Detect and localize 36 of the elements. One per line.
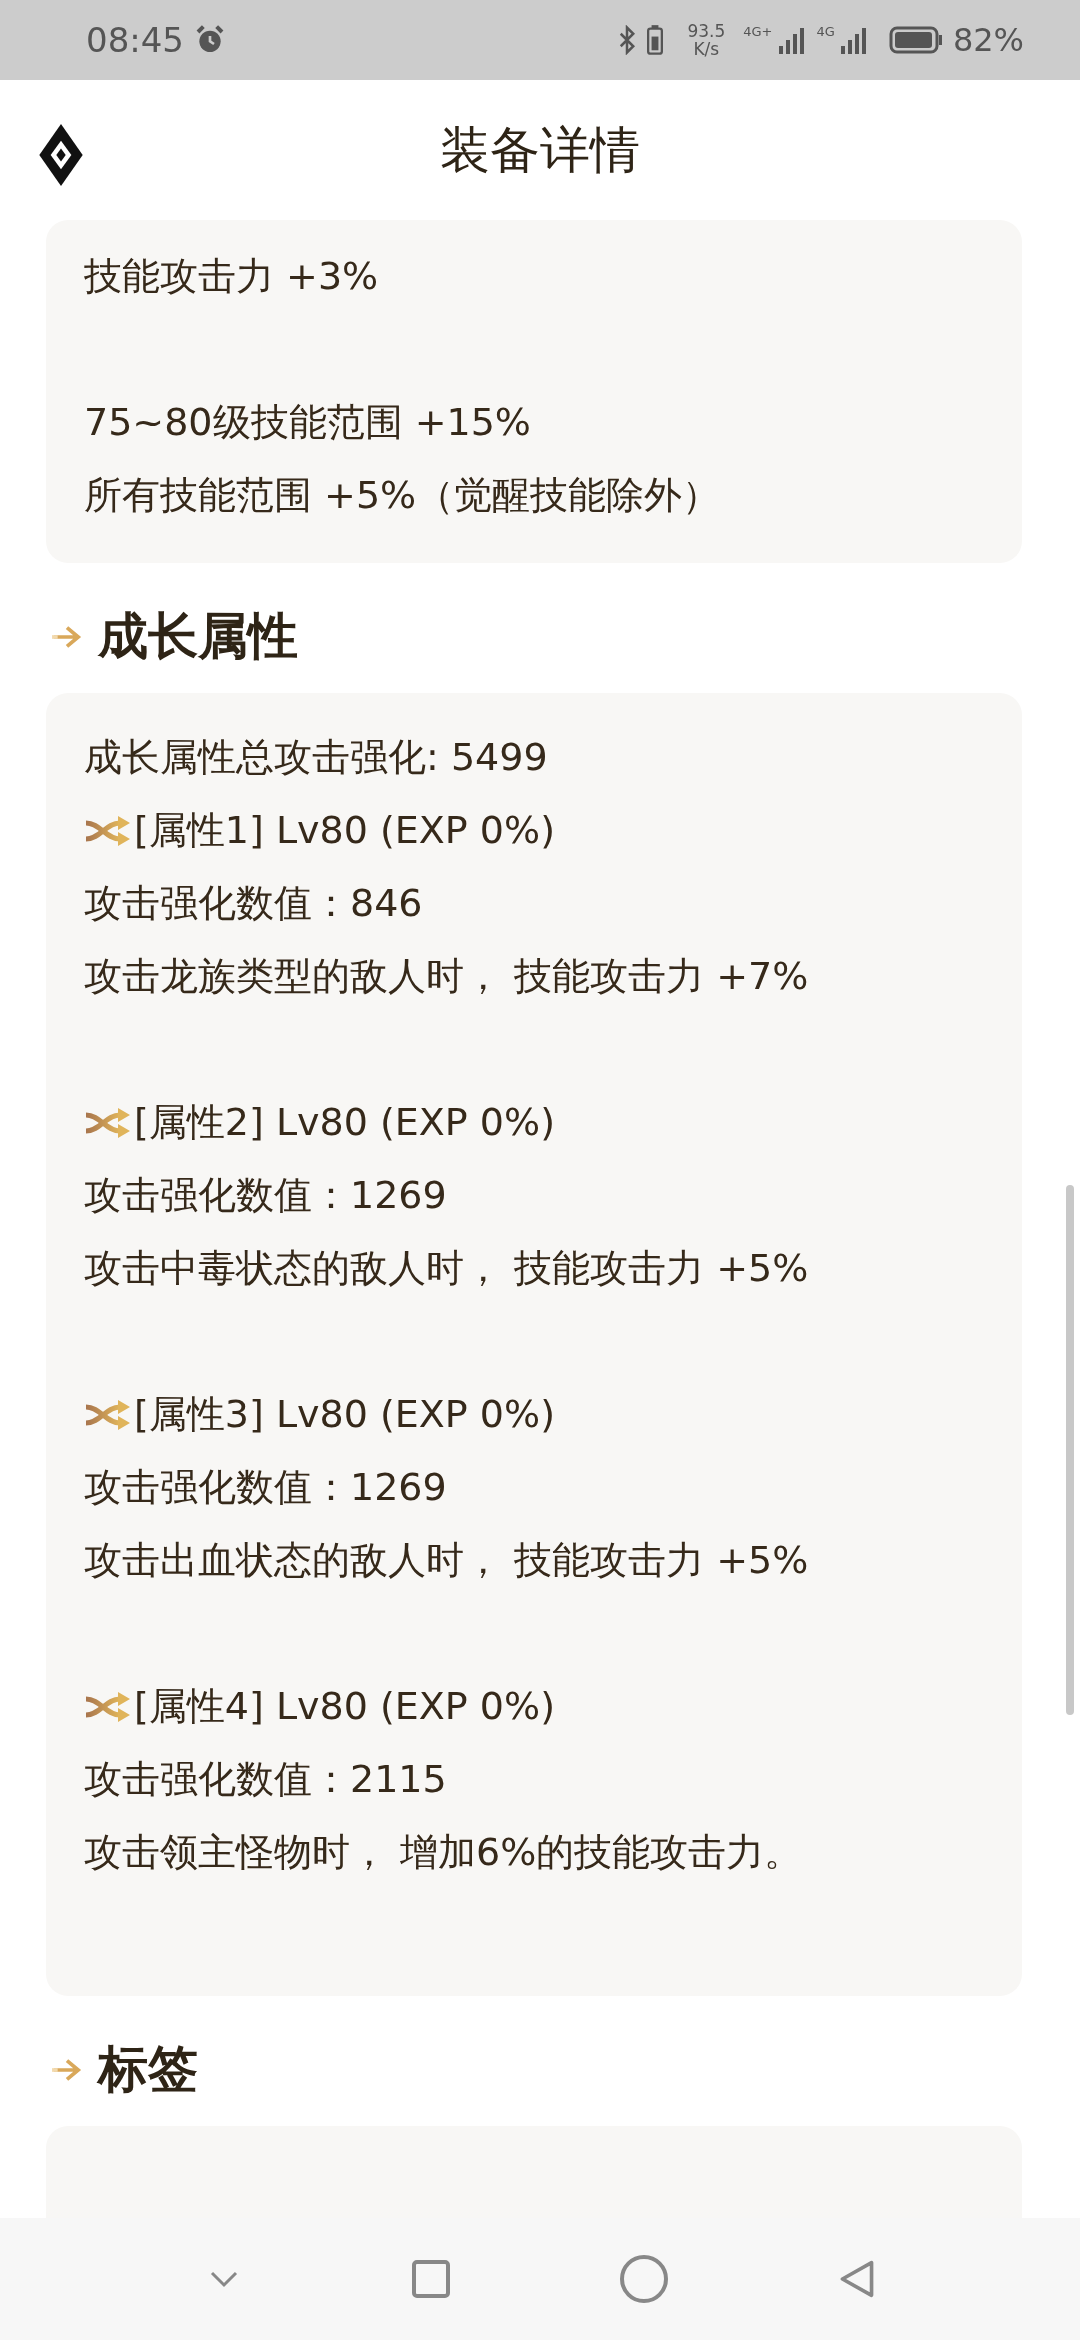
network-label: 4G+ [743, 24, 773, 39]
attribute-title: [属性1] Lv80 (EXP 0%) [134, 807, 555, 854]
speed-value: 93.5 [687, 22, 726, 40]
signal-icon [838, 26, 869, 54]
attribute-effect: 攻击出血状态的敌人时， 技能攻击力 +5% [84, 1537, 809, 1584]
attribute-value: 攻击强化数值：1269 [84, 1464, 447, 1511]
home-icon[interactable] [617, 2253, 670, 2305]
battery-percent: 82% [952, 21, 1024, 59]
speed-unit: K/s [693, 40, 720, 58]
section-title: 成长属性 [98, 606, 298, 667]
total-text: 成长属性总攻击强化: 5499 [84, 734, 548, 781]
shuffle-icon [84, 1690, 132, 1723]
bluetooth-icon [617, 25, 638, 55]
attribute-effect: 攻击中毒状态的敌人时， 技能攻击力 +5% [84, 1245, 809, 1292]
shuffle-icon [84, 1106, 132, 1139]
section-title: 标签 [98, 2039, 198, 2100]
shuffle-icon [84, 814, 132, 847]
attribute-value: 攻击强化数值：2115 [84, 1756, 447, 1803]
recent-apps-icon[interactable] [410, 2259, 451, 2299]
attribute-title: [属性3] Lv80 (EXP 0%) [134, 1391, 555, 1438]
battery-icon [888, 26, 943, 54]
page-title: 装备详情 [440, 119, 640, 181]
attribute-title: [属性2] Lv80 (EXP 0%) [134, 1099, 555, 1146]
attribute-value: 攻击强化数值：1269 [84, 1172, 447, 1219]
effect-text: 技能攻击力 +3% [84, 253, 379, 300]
attribute-value: 攻击强化数值：846 [84, 880, 423, 927]
attribute-effect: 攻击领主怪物时， 增加6%的技能攻击力。 [84, 1829, 803, 1876]
clock-time: 08:45 [86, 20, 184, 60]
signal-icon [776, 26, 807, 54]
battery-small-icon [647, 25, 664, 55]
shuffle-icon [84, 1398, 132, 1431]
attribute-effect: 攻击龙族类型的敌人时， 技能攻击力 +7% [84, 953, 809, 1000]
effect-text: 75~80级技能范围 +15% [84, 399, 531, 446]
network-label: 4G [816, 24, 835, 39]
attribute-title: [属性4] Lv80 (EXP 0%) [134, 1683, 555, 1730]
effect-text: 所有技能范围 +5%（觉醒技能除外） [84, 472, 721, 519]
